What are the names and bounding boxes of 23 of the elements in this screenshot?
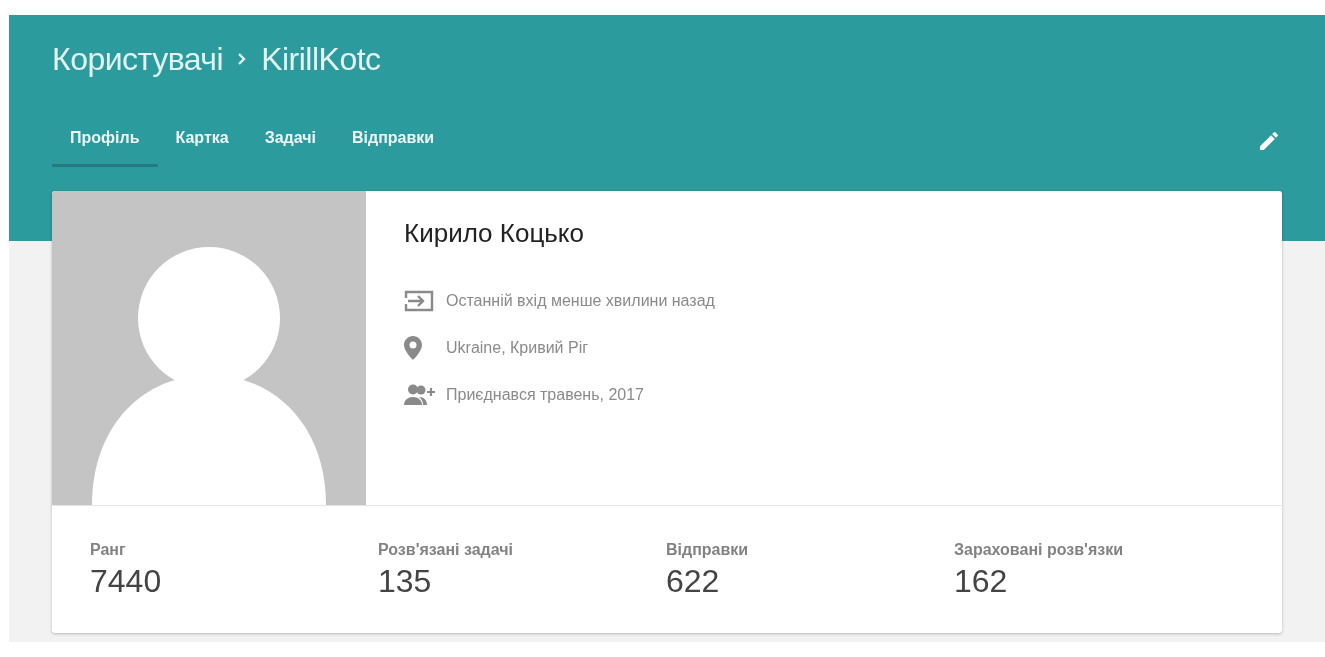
- tab[interactable]: Задачі: [246, 115, 334, 167]
- add-people-icon: [404, 383, 436, 406]
- stat-label: Відправки: [666, 541, 750, 559]
- chevron-icon: [237, 52, 248, 66]
- stat-label: Розв'язані задачі: [378, 541, 514, 559]
- stat-value: 162: [954, 563, 1009, 600]
- stat-value: 135: [378, 563, 433, 600]
- stat-label: Зараховані розв'язки: [954, 541, 1124, 559]
- info-text: Приєднався травень, 2017: [446, 385, 644, 404]
- location-pin-icon: [404, 335, 422, 360]
- user-name: Кирило Коцько: [404, 218, 585, 249]
- stat-value: 7440: [90, 563, 163, 600]
- breadcrumb-current: KirillKotc: [261, 40, 381, 78]
- tab[interactable]: Картка: [157, 115, 247, 167]
- edit-icon[interactable]: [1257, 129, 1281, 153]
- info-text: Останній вхід менше хвилини назад: [446, 291, 715, 310]
- info-text: Ukraine, Кривий Ріг: [446, 338, 589, 357]
- tab[interactable]: Профіль: [52, 115, 158, 167]
- tab[interactable]: Відправки: [334, 115, 453, 167]
- stat-label: Ранг: [90, 541, 127, 559]
- stat-value: 622: [666, 563, 721, 600]
- login-icon: [404, 289, 434, 312]
- breadcrumb-link[interactable]: Користувачі: [52, 40, 224, 78]
